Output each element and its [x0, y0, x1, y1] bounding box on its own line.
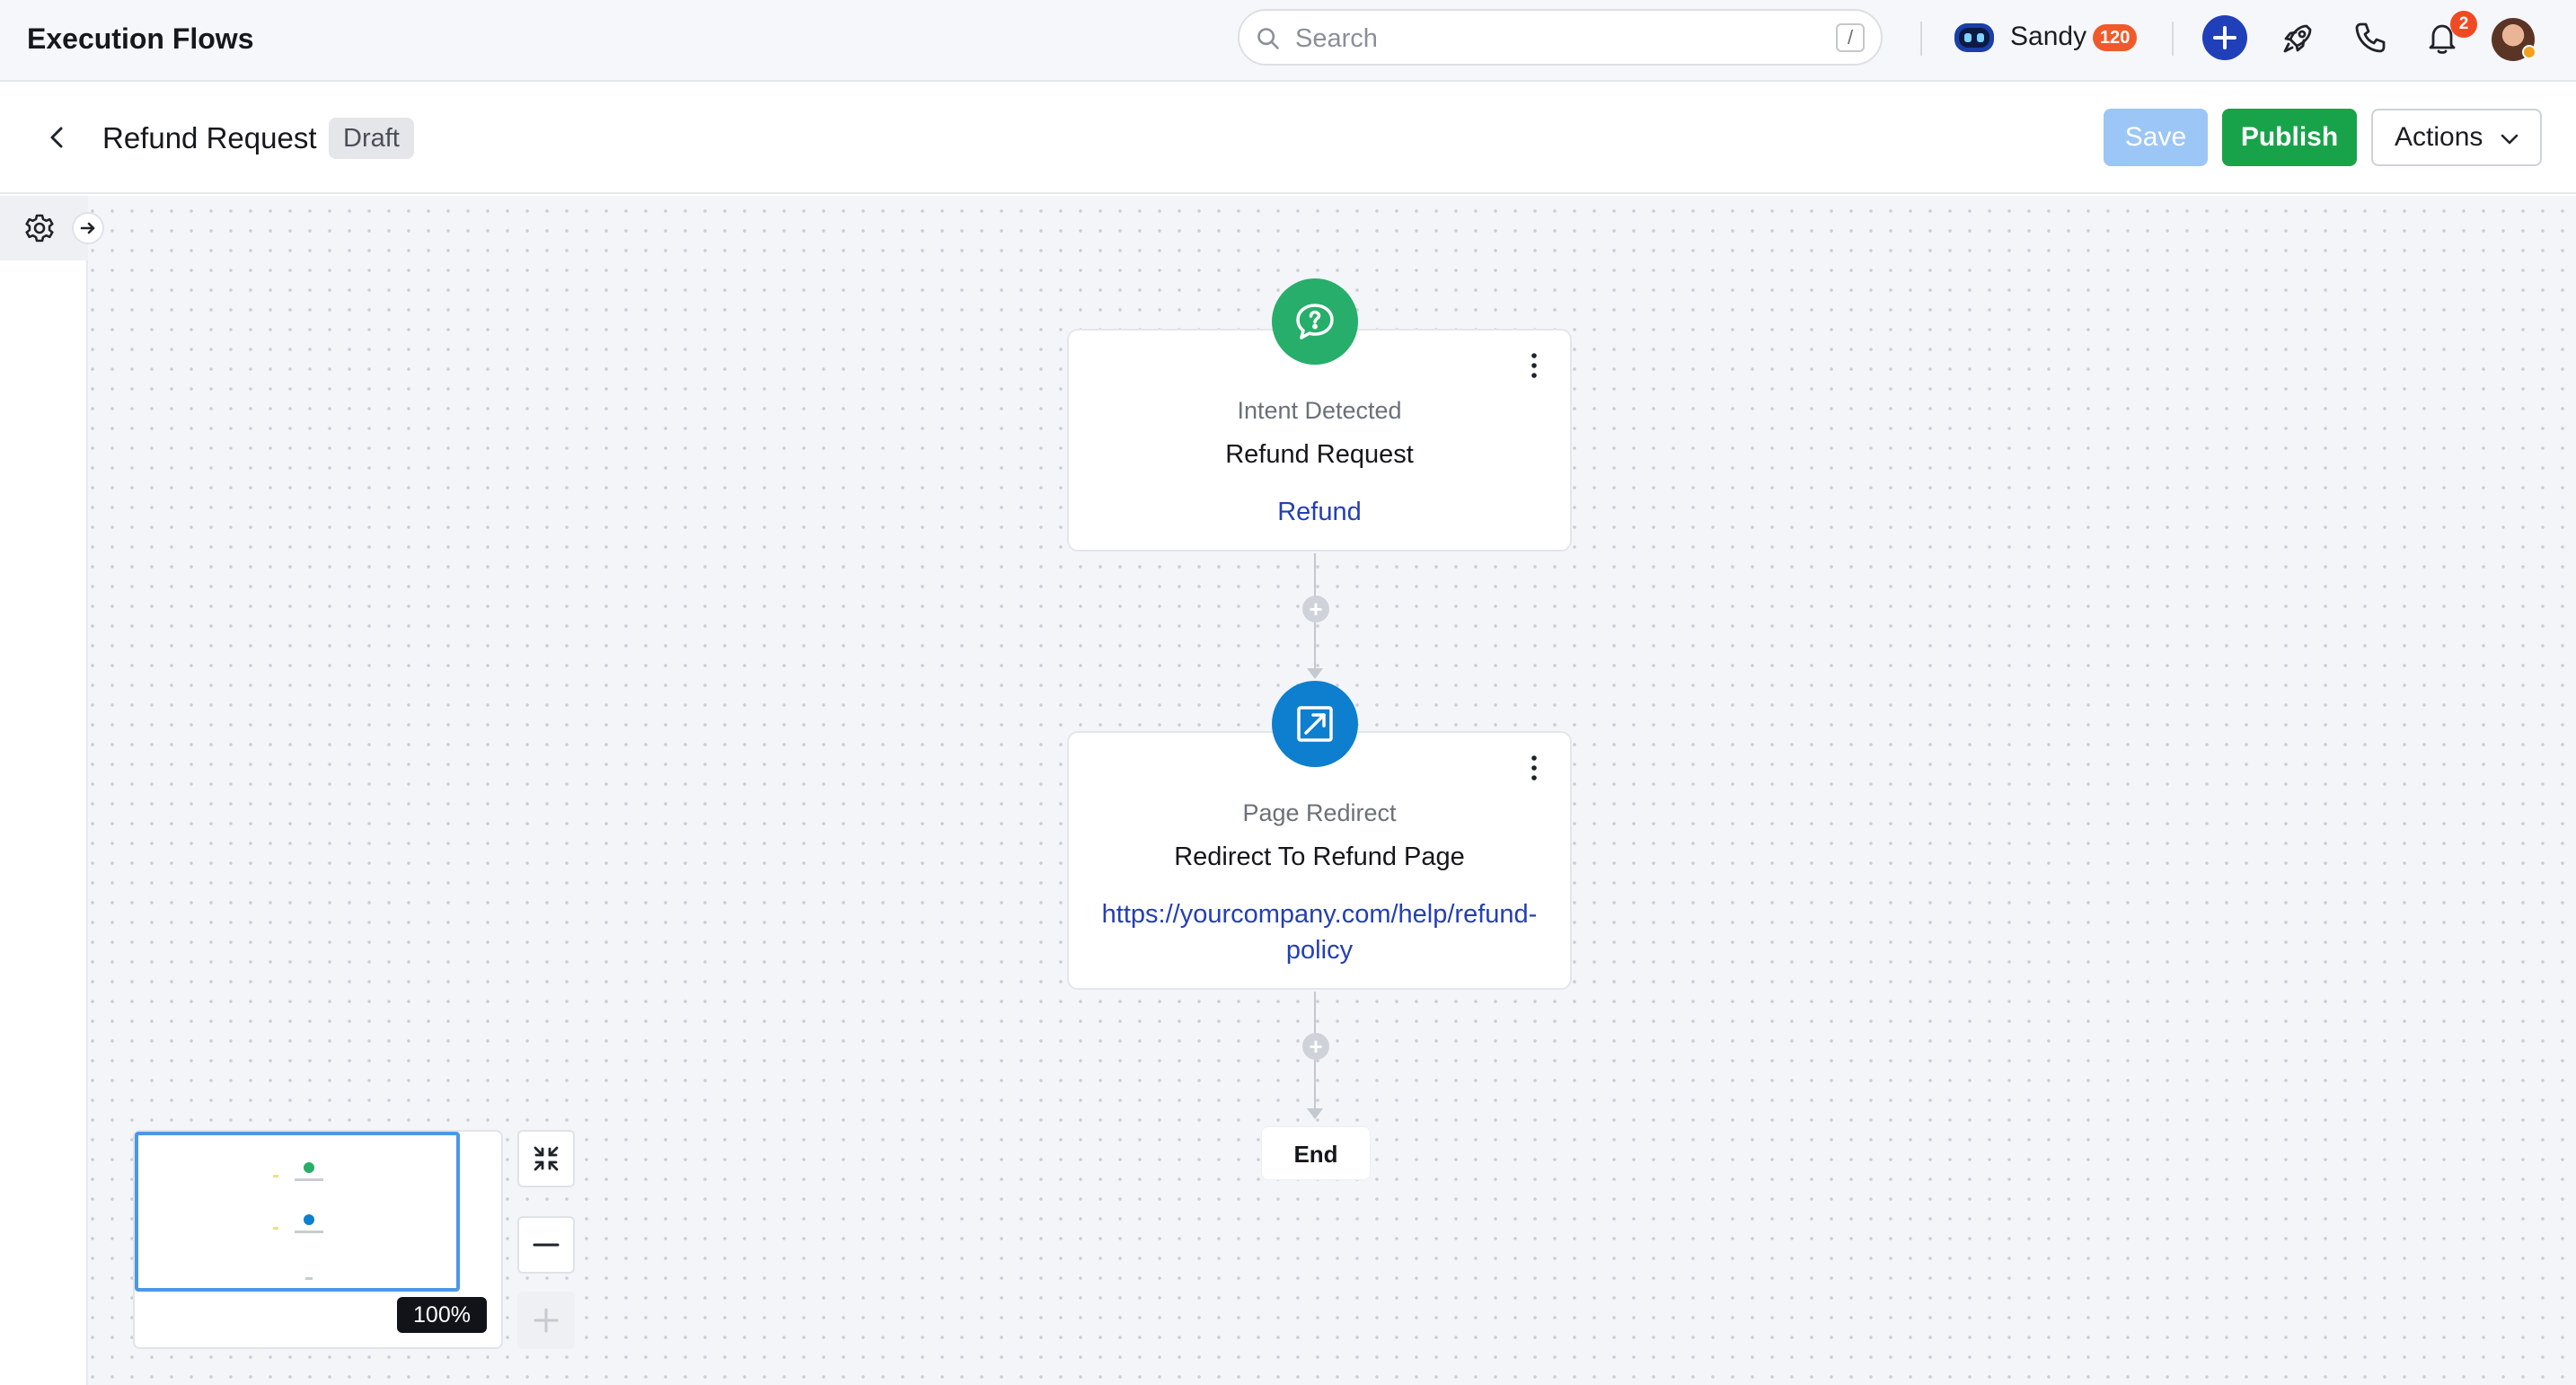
minus-icon: [533, 1243, 560, 1247]
save-button[interactable]: Save: [2104, 109, 2208, 166]
expand-panel-button[interactable]: [72, 212, 104, 244]
divider: [1920, 22, 1922, 56]
search-placeholder: Search: [1295, 24, 1378, 53]
page-header: Refund Request Draft Save Publish Action…: [0, 82, 2576, 194]
zoom-level: 100%: [397, 1297, 487, 1333]
node-type-label: Intent Detected: [1237, 397, 1402, 424]
minimap-marker: [273, 1175, 278, 1178]
points-badge: 120: [2093, 24, 2138, 51]
user-name[interactable]: Sandy: [2010, 20, 2086, 54]
plus-icon: [534, 1308, 559, 1333]
bot-icon[interactable]: [1953, 22, 1996, 54]
connector-arrow: [1307, 1108, 1323, 1119]
actions-label: Actions: [2395, 122, 2483, 152]
zoom-in-button[interactable]: [517, 1292, 575, 1349]
node-value: Refund: [1277, 498, 1362, 526]
arrow-right-icon: [80, 222, 95, 234]
minimap-end-node: [305, 1277, 313, 1280]
phone-icon[interactable]: [2348, 15, 2393, 60]
flow-node-redirect[interactable]: Page Redirect Redirect To Refund Page ht…: [1067, 731, 1572, 990]
minimap-node-card: [295, 1178, 323, 1181]
publish-button[interactable]: Publish: [2222, 109, 2357, 166]
fit-view-button[interactable]: [517, 1130, 575, 1187]
collapse-icon: [534, 1146, 559, 1171]
status-badge: Draft: [329, 118, 414, 159]
divider: [2172, 22, 2174, 56]
more-vertical-icon[interactable]: [1525, 753, 1543, 783]
add-step-button[interactable]: +: [1302, 595, 1329, 622]
minimap-node-card: [295, 1231, 323, 1233]
minimap-node: [304, 1214, 314, 1225]
node-name: Redirect To Refund Page: [1174, 842, 1465, 871]
chat-question-icon: [1272, 278, 1358, 365]
search-shortcut-key: /: [1836, 23, 1865, 52]
actions-dropdown[interactable]: Actions: [2371, 109, 2542, 166]
status-indicator: [2522, 45, 2536, 59]
more-vertical-icon[interactable]: [1525, 350, 1543, 381]
node-type-label: Page Redirect: [1242, 799, 1397, 826]
connector-arrow: [1307, 668, 1323, 679]
minimap-marker: [273, 1227, 278, 1230]
create-button[interactable]: [2202, 15, 2247, 60]
plus-icon: [2213, 26, 2236, 49]
settings-rail: [0, 196, 88, 1385]
chevron-left-icon[interactable]: [38, 118, 77, 157]
minimap-node: [304, 1162, 314, 1173]
redirect-arrow-icon: [1272, 681, 1358, 767]
app-title: Execution Flows: [27, 22, 254, 55]
minimap-viewport[interactable]: [135, 1132, 460, 1292]
add-step-button[interactable]: +: [1302, 1033, 1329, 1060]
end-node: End: [1261, 1126, 1371, 1180]
gear-icon[interactable]: [23, 212, 56, 244]
rocket-icon[interactable]: [2276, 15, 2321, 60]
notification-badge: 2: [2450, 11, 2477, 38]
top-bar: Execution Flows Search / Sandy 120 2: [0, 0, 2576, 82]
search-icon: [1257, 28, 1279, 49]
node-value-link[interactable]: https://yourcompany.com/help/refund-poli…: [1096, 896, 1543, 968]
search-input[interactable]: Search /: [1238, 9, 1883, 66]
chevron-down-icon: [2501, 134, 2519, 145]
node-name: Refund Request: [1225, 440, 1414, 469]
page-title: Refund Request: [102, 121, 317, 154]
zoom-out-button[interactable]: [517, 1216, 575, 1274]
